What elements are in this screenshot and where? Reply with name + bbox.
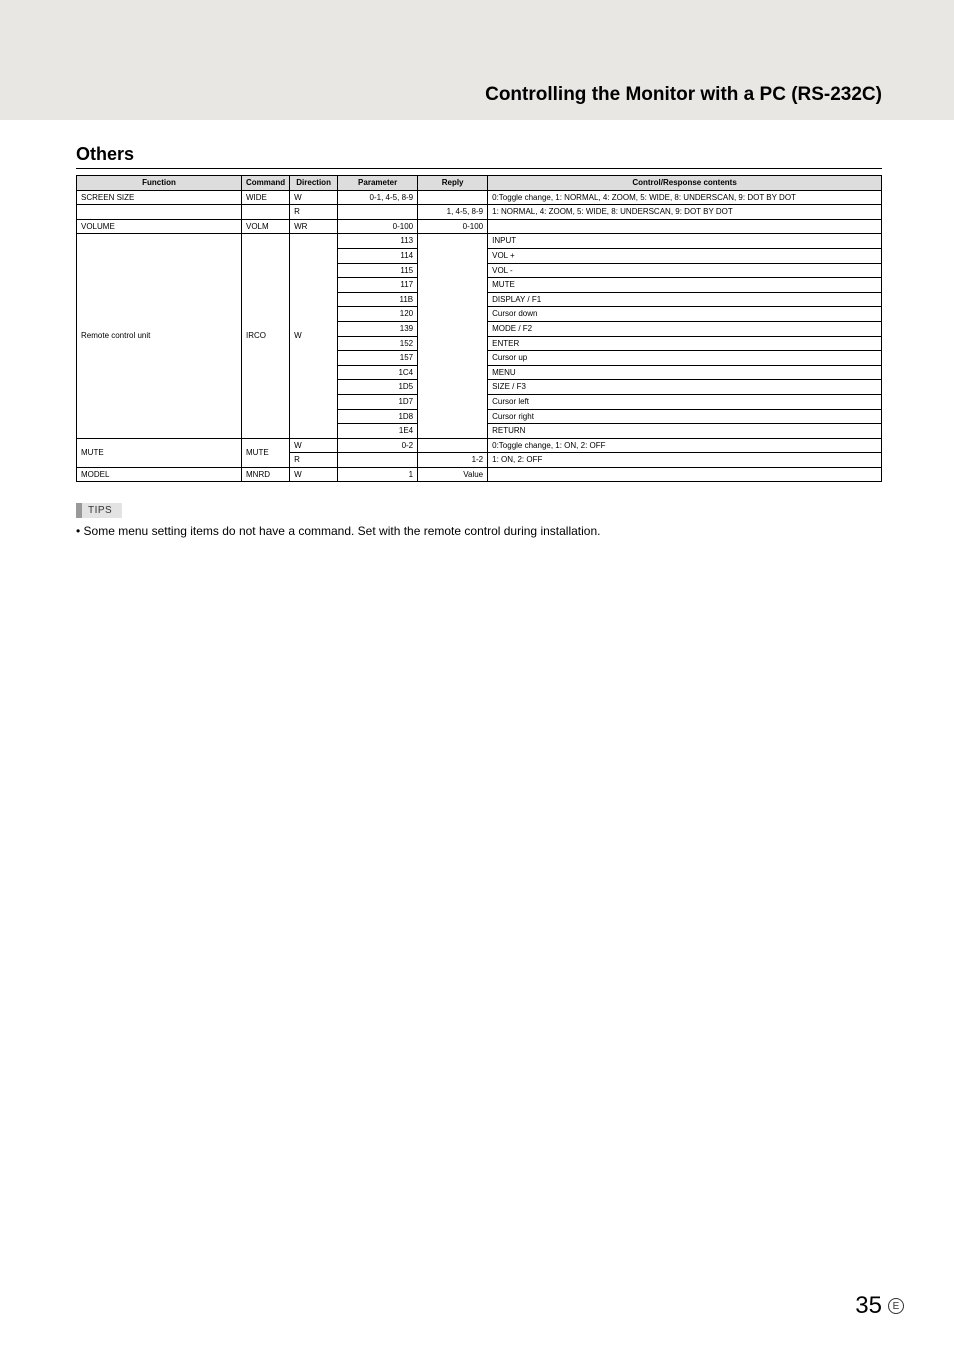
cell-command: IRCO [242, 234, 290, 438]
header-bar: Controlling the Monitor with a PC (RS-23… [0, 0, 954, 120]
cell-reply [418, 438, 488, 453]
cell-parameter: 11B [338, 292, 418, 307]
cell-parameter: 0-2 [338, 438, 418, 453]
cell-reply [418, 190, 488, 205]
table-row: MUTEMUTEW0-20:Toggle change, 1: ON, 2: O… [77, 438, 882, 453]
cell-contents: Cursor left [488, 394, 882, 409]
table-row: R 1, 4-5, 8-91: NORMAL, 4: ZOOM, 5: WIDE,… [77, 205, 882, 220]
cell-reply: Value [418, 467, 488, 482]
page-number: 35 E [855, 1292, 904, 1320]
cell-contents: Cursor down [488, 307, 882, 322]
cell-reply [418, 234, 488, 438]
cell-parameter: 157 [338, 351, 418, 366]
cell-command: MUTE [242, 438, 290, 467]
cell-parameter: 152 [338, 336, 418, 351]
cell-contents: 1: ON, 2: OFF [488, 453, 882, 468]
tips-text: • Some menu setting items do not have a … [76, 524, 882, 540]
cell-function: VOLUME [77, 219, 242, 234]
section-heading: Others [76, 144, 882, 169]
page-title: Controlling the Monitor with a PC (RS-23… [485, 84, 882, 106]
cell-parameter: 117 [338, 278, 418, 293]
page-num-value: 35 [855, 1292, 882, 1320]
cell-parameter: 1C4 [338, 365, 418, 380]
cell-contents: Cursor up [488, 351, 882, 366]
cell-contents [488, 219, 882, 234]
page-suffix-icon: E [888, 1298, 904, 1314]
cell-contents: MODE / F2 [488, 321, 882, 336]
table-header-row: Function Command Direction Parameter Rep… [77, 176, 882, 191]
cell-contents: VOL - [488, 263, 882, 278]
cell-reply: 1, 4-5, 8-9 [418, 205, 488, 220]
cell-parameter: 1D8 [338, 409, 418, 424]
cell-contents: 0:Toggle change, 1: ON, 2: OFF [488, 438, 882, 453]
cell-parameter: 113 [338, 234, 418, 249]
cell-parameter [338, 205, 418, 220]
command-table: Function Command Direction Parameter Rep… [76, 175, 882, 482]
tips-label: TIPS [76, 503, 122, 518]
cell-parameter: 120 [338, 307, 418, 322]
cell-contents: DISPLAY / F1 [488, 292, 882, 307]
cell-contents: 0:Toggle change, 1: NORMAL, 4: ZOOM, 5: … [488, 190, 882, 205]
cell-command [242, 205, 290, 220]
col-direction: Direction [290, 176, 338, 191]
cell-function: SCREEN SIZE [77, 190, 242, 205]
table-row: SCREEN SIZEWIDEW0-1, 4-5, 8-9 0:Toggle ch… [77, 190, 882, 205]
cell-function: MODEL [77, 467, 242, 482]
cell-parameter: 0-1, 4-5, 8-9 [338, 190, 418, 205]
cell-command: MNRD [242, 467, 290, 482]
cell-parameter: 115 [338, 263, 418, 278]
cell-direction: R [290, 205, 338, 220]
cell-parameter: 1D5 [338, 380, 418, 395]
cell-contents: SIZE / F3 [488, 380, 882, 395]
cell-contents: VOL + [488, 248, 882, 263]
cell-direction: W [290, 234, 338, 438]
cell-contents: Cursor right [488, 409, 882, 424]
table-row: VOLUMEVOLMWR0-1000-100 [77, 219, 882, 234]
cell-parameter: 0-100 [338, 219, 418, 234]
cell-contents: MUTE [488, 278, 882, 293]
cell-reply: 1-2 [418, 453, 488, 468]
cell-direction: R [290, 453, 338, 468]
cell-parameter: 139 [338, 321, 418, 336]
col-reply: Reply [418, 176, 488, 191]
cell-contents [488, 467, 882, 482]
tips-block: TIPS • Some menu setting items do not ha… [76, 500, 882, 540]
cell-contents: INPUT [488, 234, 882, 249]
cell-direction: W [290, 190, 338, 205]
cell-function: Remote control unit [77, 234, 242, 438]
cell-function: MUTE [77, 438, 242, 467]
cell-command: VOLM [242, 219, 290, 234]
cell-parameter: 1D7 [338, 394, 418, 409]
cell-contents: RETURN [488, 424, 882, 439]
cell-parameter: 1 [338, 467, 418, 482]
main-content: Others Function Command Direction Parame… [0, 120, 954, 540]
cell-direction: W [290, 438, 338, 453]
cell-parameter: 114 [338, 248, 418, 263]
table-row: MODELMNRDW1Value [77, 467, 882, 482]
cell-direction: W [290, 467, 338, 482]
col-contents: Control/Response contents [488, 176, 882, 191]
col-parameter: Parameter [338, 176, 418, 191]
cell-parameter: 1E4 [338, 424, 418, 439]
cell-parameter [338, 453, 418, 468]
col-function: Function [77, 176, 242, 191]
cell-contents: 1: NORMAL, 4: ZOOM, 5: WIDE, 8: UNDERSCA… [488, 205, 882, 220]
cell-direction: WR [290, 219, 338, 234]
table-row: Remote control unitIRCOW113INPUT [77, 234, 882, 249]
cell-function [77, 205, 242, 220]
col-command: Command [242, 176, 290, 191]
cell-contents: ENTER [488, 336, 882, 351]
cell-reply: 0-100 [418, 219, 488, 234]
cell-command: WIDE [242, 190, 290, 205]
cell-contents: MENU [488, 365, 882, 380]
